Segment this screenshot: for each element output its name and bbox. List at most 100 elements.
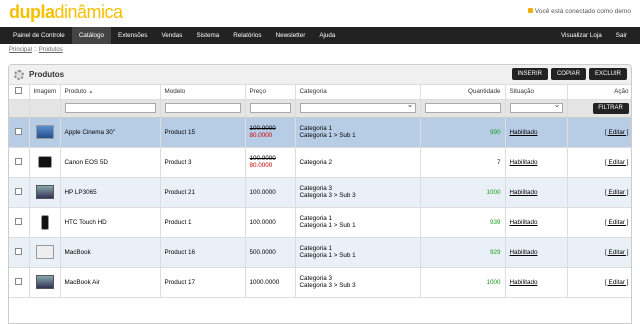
row-action-cell: [ Editar ]	[567, 147, 631, 177]
menu-item-reports[interactable]: Relatórios	[226, 27, 268, 44]
row-category-cell: Categoria 3 Categoria 3 > Sub 3	[295, 177, 421, 207]
menu-item-logout[interactable]: Sair	[609, 27, 634, 44]
table-row[interactable]: HTC Touch HD Product 1 100.0000 Categori…	[9, 207, 631, 237]
row-quantity: 1000	[420, 177, 506, 207]
edit-link[interactable]: [ Editar ]	[605, 279, 628, 286]
table-row[interactable]: MacBook Air Product 17 1000.0000 Categor…	[9, 267, 631, 297]
row-category-2: Categoria 3 > Sub 3	[299, 192, 356, 199]
menu-item-catalog[interactable]: Catálogo	[71, 27, 112, 44]
menu-item-sales[interactable]: Vendas	[154, 27, 189, 44]
row-special-price: 80.0000	[249, 162, 273, 169]
row-category-cell: Categoria 3 Categoria 3 > Sub 3	[295, 267, 421, 297]
row-checkbox-cell	[9, 267, 30, 297]
row-image-cell	[29, 177, 61, 207]
menu-item-dashboard[interactable]: Painel de Controle	[6, 27, 72, 44]
row-action-cell: [ Editar ]	[567, 117, 631, 147]
copy-button[interactable]: COPIAR	[550, 68, 586, 80]
filter-button-cell: FILTRAR	[567, 99, 631, 118]
row-product: HP LP3065	[60, 177, 161, 207]
row-status-cell: Habilitado	[505, 237, 568, 267]
logged-in-status: Você está conectado como demo	[527, 8, 631, 15]
filter-empty-cell	[9, 99, 30, 118]
filter-status-select[interactable]	[509, 100, 563, 113]
filter-quantity-input[interactable]	[424, 103, 501, 113]
row-price: 100.0000	[249, 155, 276, 162]
col-image: Imagem	[29, 85, 61, 100]
table-row[interactable]: HP LP3065 Product 21 100.0000 Categoria …	[9, 177, 631, 207]
row-action-cell: [ Editar ]	[567, 207, 631, 237]
row-model: Product 21	[160, 177, 246, 207]
monitor-thumbnail	[35, 125, 54, 139]
row-status: Habilitado	[509, 188, 538, 196]
col-price[interactable]: Preço	[245, 85, 296, 100]
breadcrumb-home[interactable]: Principal	[9, 47, 32, 53]
col-quantity[interactable]: Quantidade	[420, 85, 506, 100]
edit-link[interactable]: [ Editar ]	[605, 129, 628, 136]
breadcrumb: Principal :: Produtos	[0, 44, 640, 57]
menu-item-extensions[interactable]: Extensões	[111, 27, 154, 44]
filter-product-input[interactable]	[64, 103, 156, 113]
row-category-2: Categoria 3 > Sub 3	[299, 282, 356, 289]
menu-item-help[interactable]: Ajuda	[312, 27, 342, 44]
row-checkbox-cell	[9, 147, 30, 177]
row-status-cell: Habilitado	[505, 147, 568, 177]
filter-category-cell	[295, 99, 421, 118]
row-price: 1000.0000	[245, 267, 296, 297]
filter-price-cell	[245, 99, 296, 118]
row-image-cell	[29, 147, 61, 177]
col-model[interactable]: Modelo	[160, 85, 246, 100]
table-row[interactable]: MacBook Product 16 500.0000 Categoria 1C…	[9, 237, 631, 267]
row-category-1: Categoria 2	[299, 158, 333, 166]
breadcrumb-separator: ::	[33, 47, 38, 53]
col-status[interactable]: Situação	[505, 85, 568, 100]
row-model: Product 15	[160, 117, 246, 147]
row-checkbox[interactable]	[15, 157, 23, 165]
menu-item-view-store[interactable]: Visualizar Loja	[554, 27, 609, 44]
phone-thumbnail	[40, 214, 49, 230]
filter-button[interactable]: FILTRAR	[592, 102, 629, 114]
row-image-cell	[29, 207, 61, 237]
row-checkbox[interactable]	[15, 277, 23, 285]
row-product: MacBook	[60, 237, 161, 267]
row-category-cell: Categoria 2	[295, 147, 421, 177]
logo-bold-text: dupla	[9, 2, 55, 22]
row-category-cell: Categoria 1 Categoria 1 > Sub 1	[295, 117, 421, 147]
page-title: Produtos	[29, 70, 65, 79]
col-product[interactable]: Produto ▲	[60, 85, 161, 100]
row-status: Habilitado	[509, 128, 538, 136]
laptop-thumbnail	[35, 185, 54, 199]
filter-model-cell	[160, 99, 246, 118]
row-quantity: 1000	[420, 267, 506, 297]
delete-button[interactable]: EXCLUIR	[588, 68, 627, 80]
row-quantity: 929	[420, 237, 506, 267]
filter-model-input[interactable]	[164, 103, 241, 113]
row-status: Habilitado	[509, 278, 538, 286]
logo[interactable]: dupladinâmica	[9, 1, 123, 23]
main-menu: Painel de Controle Catálogo Extensões Ve…	[0, 27, 640, 44]
row-checkbox-cell	[9, 207, 30, 237]
row-special-price: 80.0000	[249, 132, 273, 139]
row-checkbox[interactable]	[15, 187, 23, 195]
edit-link[interactable]: [ Editar ]	[605, 159, 628, 166]
edit-link[interactable]: [ Editar ]	[605, 189, 628, 196]
filter-price-input[interactable]	[249, 103, 291, 113]
filter-category-select[interactable]	[299, 100, 416, 113]
menu-item-system[interactable]: Sistema	[189, 27, 226, 44]
row-status: Habilitado	[509, 218, 538, 226]
edit-link[interactable]: [ Editar ]	[605, 249, 628, 256]
edit-link[interactable]: [ Editar ]	[605, 219, 628, 226]
table-row[interactable]: Canon EOS 5D Product 3 100.0000 80.0000 C…	[9, 147, 631, 177]
box-header: Produtos INSERIR COPIAR EXCLUIR	[9, 65, 631, 85]
insert-button[interactable]: INSERIR	[511, 68, 548, 80]
products-box: Produtos INSERIR COPIAR EXCLUIR Imagem P…	[8, 64, 632, 324]
breadcrumb-current[interactable]: Produtos	[39, 47, 63, 53]
table-row[interactable]: Apple Cinema 30" Product 15 100.0000 80.0…	[9, 117, 631, 147]
row-checkbox[interactable]	[15, 247, 23, 255]
row-image-cell	[29, 117, 61, 147]
menu-item-newsletter[interactable]: Newsletter	[269, 27, 313, 44]
row-checkbox[interactable]	[15, 217, 23, 225]
row-checkbox[interactable]	[15, 127, 23, 135]
row-action-cell: [ Editar ]	[567, 237, 631, 267]
select-all-checkbox[interactable]	[15, 87, 23, 95]
row-quantity: 7	[420, 147, 506, 177]
